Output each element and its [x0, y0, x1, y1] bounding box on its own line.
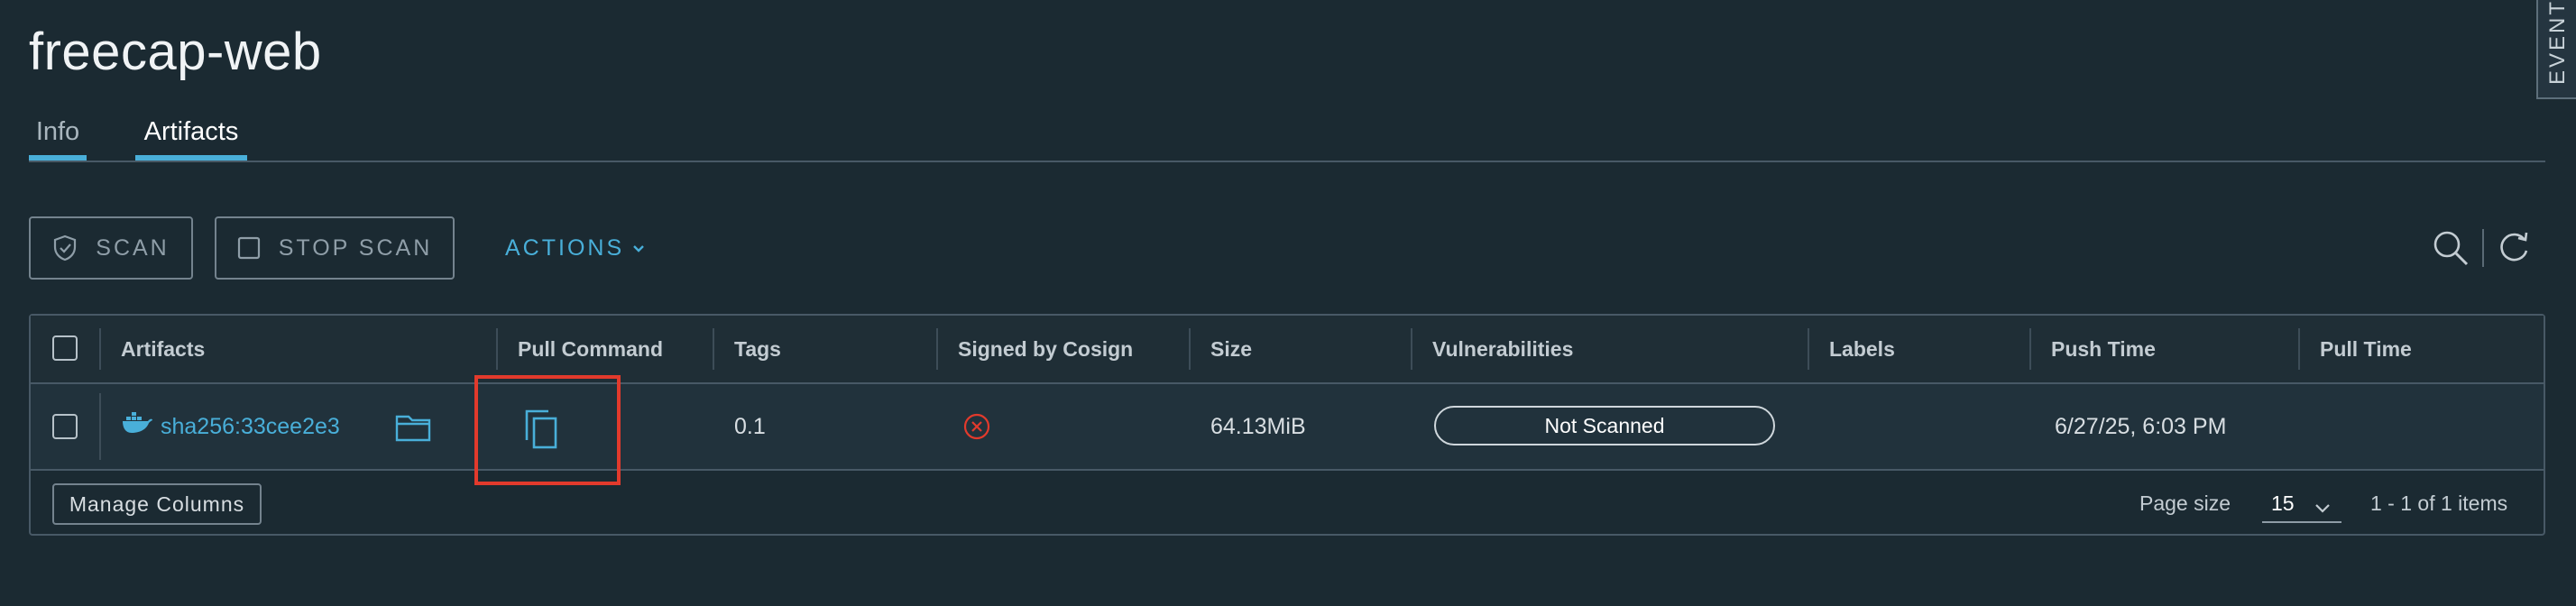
column-header-pull-command[interactable]: Pull Command: [498, 316, 713, 382]
artifact-toolbar: SCAN STOP SCAN ACTIONS: [29, 216, 2545, 281]
tag-value: 0.1: [734, 414, 766, 439]
toolbar-separator: [2482, 229, 2484, 267]
page-size-value: 15: [2271, 491, 2295, 515]
page-title: freecap-web: [29, 23, 322, 81]
vulnerability-status-badge[interactable]: Not Scanned: [1434, 406, 1775, 445]
column-header-tags[interactable]: Tags: [714, 316, 936, 382]
actions-dropdown-label: ACTIONS: [505, 234, 625, 261]
toolbar-right-actions: [2410, 225, 2545, 272]
tab-artifacts[interactable]: Artifacts: [135, 114, 247, 161]
column-header-pull-time[interactable]: Pull Time: [2300, 316, 2535, 382]
chevron-down-icon: [2313, 491, 2332, 530]
pagination-items-count: 1 - 1 of 1 items: [2370, 491, 2508, 515]
tab-artifacts-underline: [135, 155, 247, 161]
page-size-label: Page size: [2139, 491, 2231, 515]
size-value: 64.13MiB: [1210, 414, 1306, 439]
column-header-labels[interactable]: Labels: [1809, 316, 2031, 382]
datagrid-header: Artifacts Pull Command Tags Signed by Co…: [31, 316, 2544, 384]
select-all-checkbox[interactable]: [52, 335, 78, 361]
push-time-value: 6/27/25, 6:03 PM: [2055, 414, 2227, 439]
actions-dropdown[interactable]: ACTIONS: [505, 216, 646, 280]
column-header-vulnerabilities[interactable]: Vulnerabilities: [1412, 316, 1809, 382]
tab-info-underline: [29, 155, 87, 161]
tab-artifacts-label: Artifacts: [143, 117, 239, 146]
tab-bar: Info Artifacts: [29, 114, 2545, 162]
manage-columns-button[interactable]: Manage Columns: [52, 483, 262, 525]
stop-scan-button[interactable]: STOP SCAN: [215, 216, 455, 280]
harbor-repository-page: freecap-web EVENTS Info Artifacts SCAN S…: [0, 0, 2576, 606]
column-header-artifacts[interactable]: Artifacts: [101, 316, 525, 382]
column-header-size[interactable]: Size: [1191, 316, 1412, 382]
docker-icon: [121, 409, 153, 445]
table-row[interactable]: sha256:33cee2e3 0.1 64.13MiB Not Scanned…: [31, 384, 2544, 471]
times-circle-icon: [961, 411, 992, 442]
square-icon: [237, 236, 261, 260]
pull-command-highlight-box: [474, 375, 621, 485]
column-header-signed-by-cosign[interactable]: Signed by Cosign: [938, 316, 1196, 382]
tab-info-label: Info: [35, 117, 80, 146]
tab-info[interactable]: Info: [29, 114, 87, 161]
datagrid-footer: Manage Columns Page size 15 1 - 1 of 1 i…: [31, 471, 2544, 534]
stop-scan-button-label: STOP SCAN: [278, 234, 433, 261]
refresh-icon[interactable]: [2497, 229, 2531, 270]
row-separator: [99, 393, 101, 460]
search-icon[interactable]: [2432, 229, 2470, 271]
scan-button-label: SCAN: [96, 234, 170, 261]
folder-icon[interactable]: [395, 411, 431, 447]
scan-button[interactable]: SCAN: [29, 216, 193, 280]
artifacts-datagrid: Artifacts Pull Command Tags Signed by Co…: [29, 314, 2545, 536]
events-side-tab[interactable]: EVENTS: [2536, 0, 2576, 99]
page-size-select[interactable]: 15: [2262, 483, 2341, 523]
chevron-down-icon: [631, 243, 646, 253]
row-select-checkbox[interactable]: [52, 414, 78, 439]
column-header-push-time[interactable]: Push Time: [2031, 316, 2298, 382]
events-side-tab-label: EVENTS: [2545, 0, 2570, 85]
artifact-digest-link[interactable]: sha256:33cee2e3: [161, 384, 340, 469]
shield-check-icon: [52, 234, 78, 262]
